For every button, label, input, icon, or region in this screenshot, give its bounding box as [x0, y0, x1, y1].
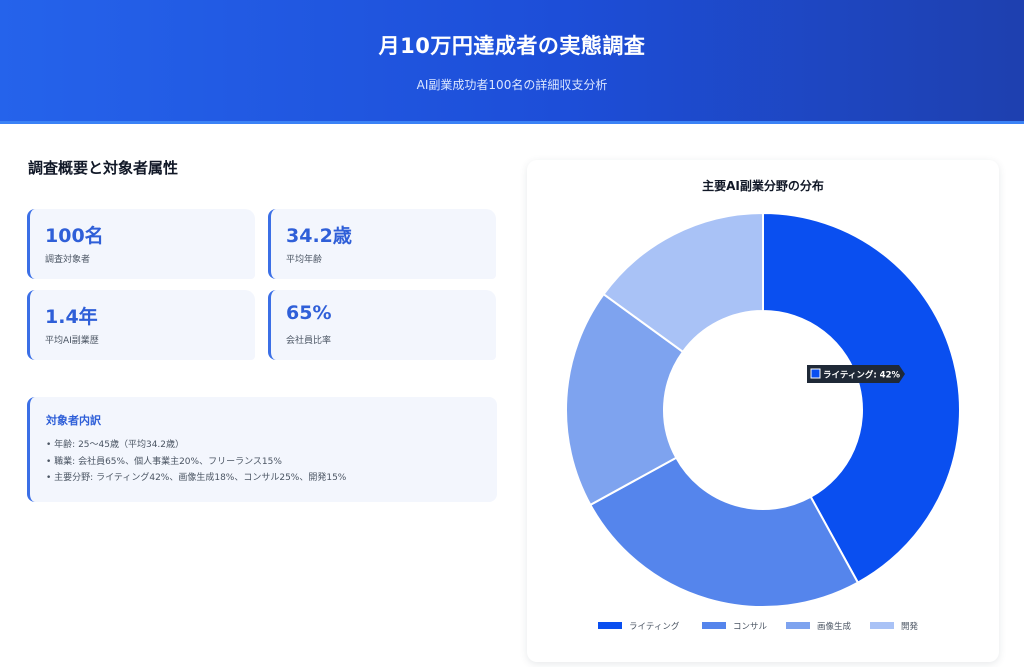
breakdown-title: 対象者内訳: [46, 414, 101, 427]
overview-title: 調査概要と対象者属性: [28, 159, 179, 177]
chart-tooltip: ライティング: 42%: [807, 365, 905, 383]
stat-card-average-age: 34.2歳 平均年齢: [268, 209, 496, 279]
legend-label-3[interactable]: 画像生成: [817, 621, 852, 632]
chart-title: 主要AI副業分野の分布: [702, 178, 824, 193]
stat-card-respondents: 100名 調査対象者: [27, 209, 255, 279]
stat-label: 平均年齢: [286, 255, 323, 265]
donut-chart: 主要AI副業分野の分布 ライティング: 42% ライティング コンサル 画像生成 開発: [565, 178, 961, 632]
stat-card-ai-experience: 1.4年 平均AI副業歴: [27, 290, 255, 360]
legend-label-2[interactable]: コンサル: [733, 622, 768, 632]
tooltip-text: ライティング: 42%: [823, 370, 901, 381]
legend-label-1[interactable]: ライティング: [629, 621, 680, 632]
page-subtitle: AI副業成功者100名の詳細収支分析: [416, 78, 608, 92]
legend-swatch-2[interactable]: [702, 622, 726, 629]
stat-value: 65%: [286, 302, 332, 324]
stat-value: 1.4年: [45, 306, 98, 328]
breakdown-list: • 年齢: 25〜45歳（平均34.2歳） • 職業: 会社員65%、個人事業主…: [46, 437, 346, 487]
page-title: 月10万円達成者の実態調査: [378, 34, 646, 58]
stat-value: 34.2歳: [286, 225, 352, 247]
respondent-breakdown: 対象者内訳 • 年齢: 25〜45歳（平均34.2歳） • 職業: 会社員65%…: [27, 397, 497, 502]
chart-card: 主要AI副業分野の分布 ライティング: 42% ライティング コンサル 画像生成 開発: [527, 160, 999, 662]
legend-label-4[interactable]: 開発: [901, 622, 919, 632]
list-item: • 年齢: 25〜45歳（平均34.2歳）: [46, 440, 185, 450]
stat-value: 100名: [45, 225, 104, 247]
chart-slices: [565, 211, 961, 608]
stat-label: 会社員比率: [286, 336, 332, 346]
chart-legend: ライティング コンサル 画像生成 開発: [598, 621, 919, 632]
tooltip-swatch: [810, 368, 821, 379]
legend-swatch-4[interactable]: [870, 622, 894, 629]
list-item: • 主要分野: ライティング42%、画像生成18%、コンサル25%、開発15%: [46, 473, 347, 483]
page-header: 月10万円達成者の実態調査 AI副業成功者100名の詳細収支分析: [0, 0, 1024, 124]
stat-label: 調査対象者: [45, 255, 91, 265]
stat-card-employee-ratio: 65% 会社員比率: [268, 290, 496, 360]
legend-swatch-3[interactable]: [786, 622, 810, 629]
stat-label: 平均AI副業歴: [45, 336, 99, 346]
list-item: • 職業: 会社員65%、個人事業主20%、フリーランス15%: [46, 456, 282, 467]
legend-swatch-1[interactable]: [598, 622, 622, 629]
